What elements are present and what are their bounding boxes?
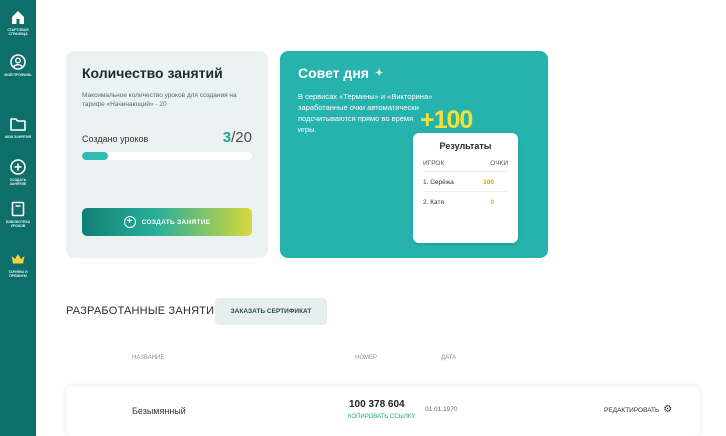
order-certificate-button[interactable]: ЗАКАЗАТЬ СЕРТИФИКАТ [215, 298, 327, 325]
results-col-player: ИГРОК [423, 160, 445, 167]
sidebar-item-create-lesson[interactable]: СОЗДАТЬ ЗАНЯТИЕ [0, 158, 36, 186]
bonus-points: +100 [420, 106, 473, 134]
app-root: СТАРТОВАЯ СТРАНИЦА МОЙ ПРОФИЛЬ МОИ ЗАНЯТ… [0, 0, 726, 436]
lesson-date: 01.01.1970 [425, 406, 458, 413]
plus-circle-icon [10, 159, 26, 175]
column-header-number: НОМЕР [355, 355, 378, 361]
column-header-date: ДАТА [441, 355, 457, 361]
sidebar-item-library[interactable]: БИБЛИОТЕКА УРОКОВ [0, 200, 36, 228]
profile-icon [10, 54, 26, 70]
create-lesson-button[interactable]: + СОЗДАТЬ ЗАНЯТИЕ [82, 208, 252, 236]
results-table: Результаты ИГРОК ОЧКИ 1. Серёжа 100 2. К… [413, 133, 518, 243]
sidebar-item-label: МОИ ЗАНЯТИЯ [4, 135, 32, 139]
sidebar: СТАРТОВАЯ СТРАНИЦА МОЙ ПРОФИЛЬ МОИ ЗАНЯТ… [0, 0, 36, 436]
sidebar-item-my-lessons[interactable]: МОИ ЗАНЯТИЯ [0, 115, 36, 139]
results-row: 1. Серёжа 100 [423, 179, 508, 192]
gear-icon: ⚙ [663, 404, 673, 415]
tip-title-row: Совет дня ✦ [298, 65, 530, 81]
crown-icon [11, 254, 25, 264]
results-header-row: ИГРОК ОЧКИ [423, 160, 508, 172]
sidebar-item-label: ТАРИФЫ И ПРЕМИУМ [8, 270, 28, 278]
lessons-card: Количество занятий Максимальное количест… [66, 51, 268, 258]
results-title: Результаты [439, 141, 492, 151]
lesson-row[interactable]: Безымянный 100 378 604 КОПИРОВАТЬ ССЫЛКУ… [66, 386, 700, 436]
sidebar-item-label: СТАРТОВАЯ СТРАНИЦА [7, 28, 29, 36]
results-player: 2. Катя [423, 199, 444, 206]
sidebar-item-profile[interactable]: МОЙ ПРОФИЛЬ [0, 53, 36, 77]
home-icon [12, 11, 24, 24]
results-col-points: ОЧКИ [490, 160, 508, 167]
create-lesson-label: СОЗДАТЬ ЗАНЯТИЕ [141, 218, 211, 226]
column-header-name: НАЗВАНИЕ [132, 355, 165, 361]
sparkle-icon: ✦ [374, 67, 384, 79]
sidebar-item-label: СОЗДАТЬ ЗАНЯТИЕ [9, 178, 27, 186]
tip-text: В сервисах «Термины» и «Викторина» зараб… [298, 92, 433, 134]
lesson-name: Безымянный [132, 406, 186, 416]
results-row: 2. Катя 0 [423, 199, 508, 211]
created-count-value: 3 [222, 129, 232, 146]
plus-circle-icon: + [123, 216, 136, 228]
created-lessons-row: Создано уроков 3/20 [82, 129, 252, 146]
sidebar-item-label: МОЙ ПРОФИЛЬ [4, 73, 32, 77]
created-lessons-count: 3/20 [223, 129, 252, 146]
lessons-limit-description: Максимальное количество уроков для созда… [82, 92, 237, 108]
developed-lessons-title: РАЗРАБОТАННЫЕ ЗАНЯТИЯ [66, 305, 223, 317]
created-count-max: /20 [231, 129, 252, 146]
lessons-progress-bar [82, 152, 252, 160]
lessons-progress-fill [82, 152, 108, 160]
tip-title: Совет дня [298, 65, 369, 81]
copy-link-button[interactable]: КОПИРОВАТЬ ССЫЛКУ [348, 414, 415, 420]
results-points: 0 [490, 199, 494, 206]
library-icon [11, 201, 25, 217]
sidebar-item-premium[interactable]: ТАРИФЫ И ПРЕМИУМ [0, 250, 36, 278]
edit-lesson-button[interactable]: РЕДАКТИРОВАТЬ ⚙ [604, 405, 672, 415]
edit-label: РЕДАКТИРОВАТЬ [604, 406, 660, 414]
results-points: 100 [483, 179, 494, 186]
lesson-number: 100 378 604 [349, 399, 405, 410]
folder-icon [10, 118, 26, 131]
results-player: 1. Серёжа [423, 179, 454, 186]
sidebar-item-label: БИБЛИОТЕКА УРОКОВ [5, 220, 31, 228]
created-lessons-label: Создано уроков [82, 134, 149, 144]
sidebar-item-home[interactable]: СТАРТОВАЯ СТРАНИЦА [0, 8, 36, 36]
lessons-card-title: Количество занятий [82, 65, 223, 81]
